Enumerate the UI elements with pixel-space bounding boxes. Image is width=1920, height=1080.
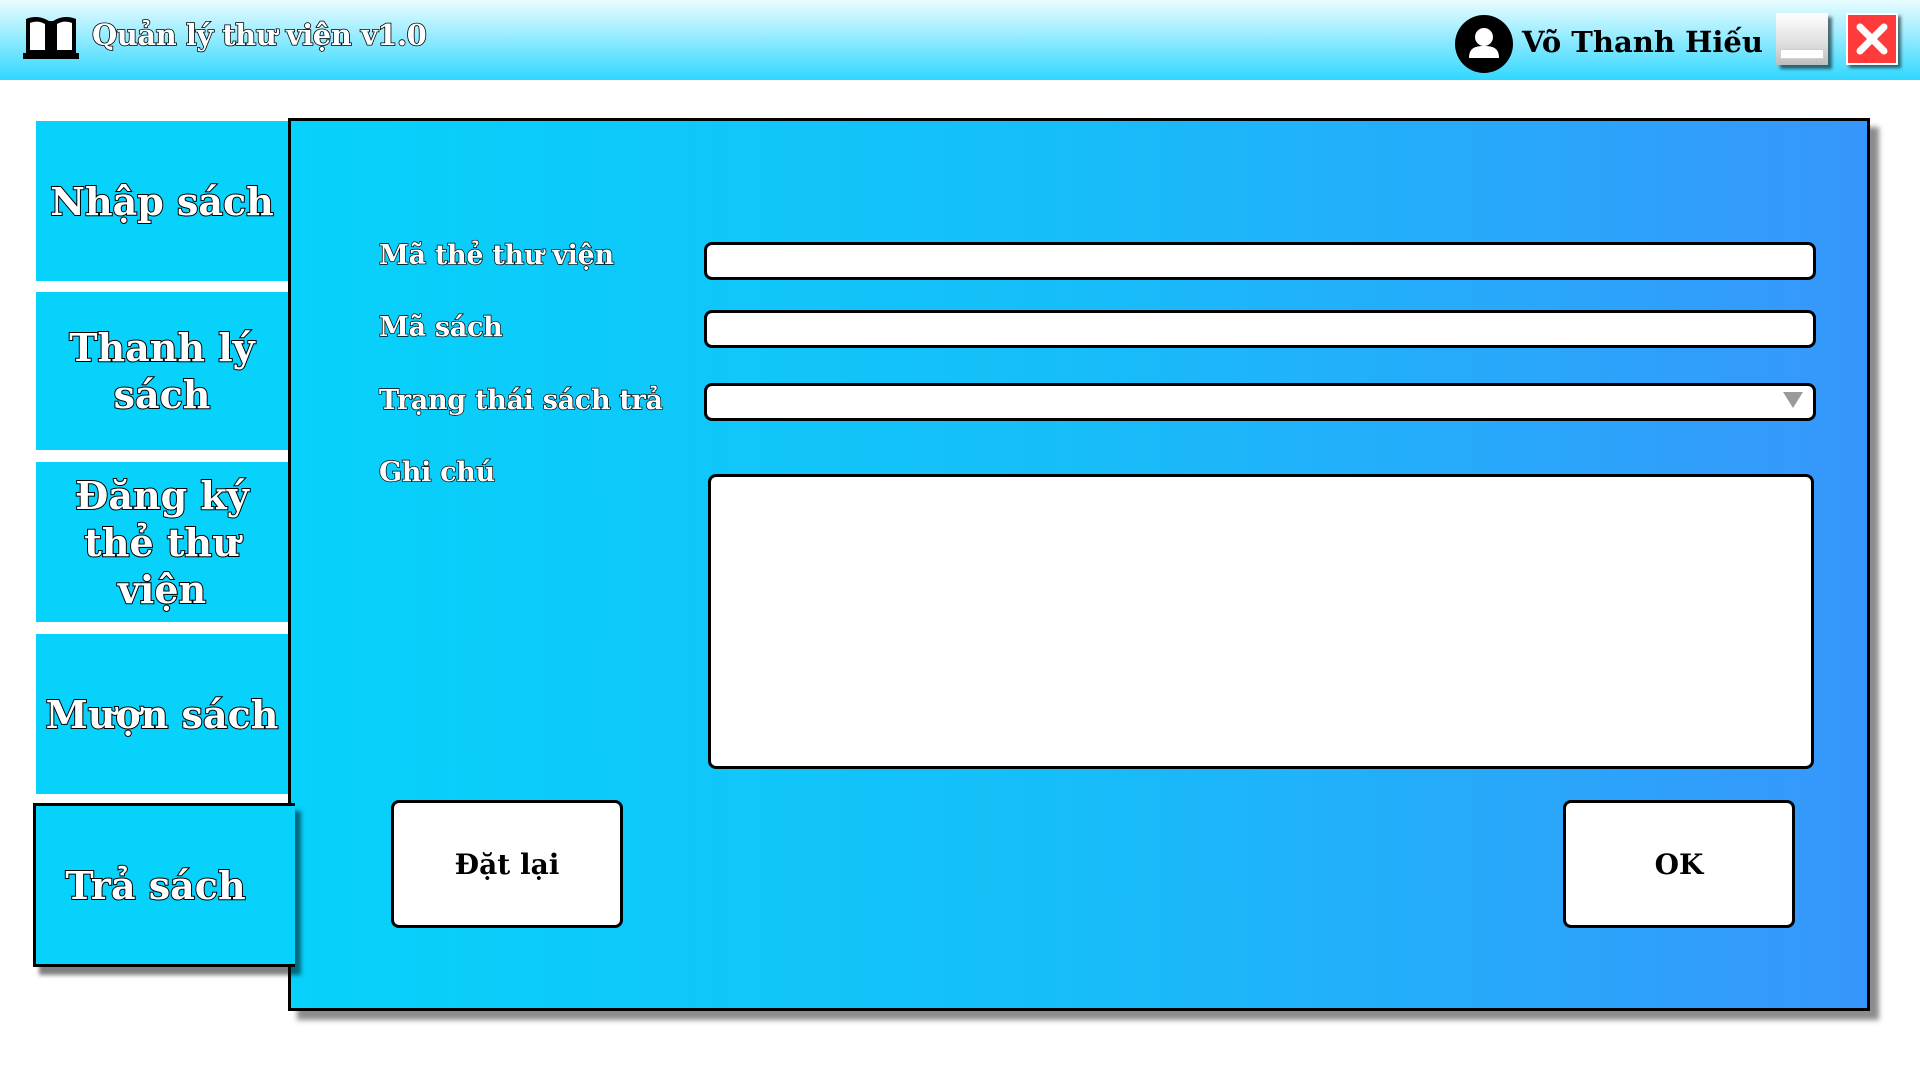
return-book-panel: Mã thẻ thư viện Mã sách Trạng thái sách …	[288, 118, 1870, 1011]
book-icon	[23, 13, 79, 61]
library-card-label: Mã thẻ thư viện	[378, 239, 615, 271]
library-card-input[interactable]	[704, 242, 1816, 280]
sidebar-item-label: Thanh lý sách	[68, 324, 256, 418]
reset-button[interactable]: Đặt lại	[391, 800, 623, 928]
sidebar-item-label: Nhập sách	[49, 178, 275, 225]
note-textarea[interactable]	[708, 474, 1814, 769]
book-id-label: Mã sách	[378, 311, 503, 343]
active-tab-joint	[287, 806, 295, 964]
user-name: Võ Thanh Hiếu	[1522, 25, 1763, 59]
return-status-label: Trạng thái sách trả	[378, 384, 663, 416]
close-button[interactable]	[1846, 13, 1898, 65]
minimize-button[interactable]	[1776, 13, 1828, 65]
book-id-input[interactable]	[704, 310, 1816, 348]
sidebar-item-thanh-ly-sach[interactable]: Thanh lý sách	[36, 292, 288, 450]
sidebar-item-label: Đăng ký thẻ thư viện	[74, 472, 250, 613]
sidebar-item-dang-ky-the[interactable]: Đăng ký thẻ thư viện	[36, 462, 288, 622]
sidebar-item-label: Mượn sách	[45, 691, 280, 738]
title-bar: Quản lý thư viện v1.0 Võ Thanh Hiếu	[0, 0, 1920, 80]
sidebar-item-tra-sach[interactable]: Trả sách	[33, 803, 295, 967]
chevron-down-icon[interactable]	[1783, 392, 1803, 408]
sidebar-item-nhap-sach[interactable]: Nhập sách	[36, 121, 288, 281]
ok-button[interactable]: OK	[1563, 800, 1795, 928]
note-label: Ghi chú	[378, 456, 496, 488]
app-title: Quản lý thư viện v1.0	[91, 17, 427, 53]
sidebar-item-muon-sach[interactable]: Mượn sách	[36, 634, 288, 794]
user-avatar-icon[interactable]	[1455, 15, 1513, 73]
minimize-icon	[1780, 49, 1824, 59]
return-status-select[interactable]	[704, 383, 1816, 421]
close-icon	[1856, 23, 1888, 55]
sidebar-item-label: Trả sách	[64, 862, 246, 909]
